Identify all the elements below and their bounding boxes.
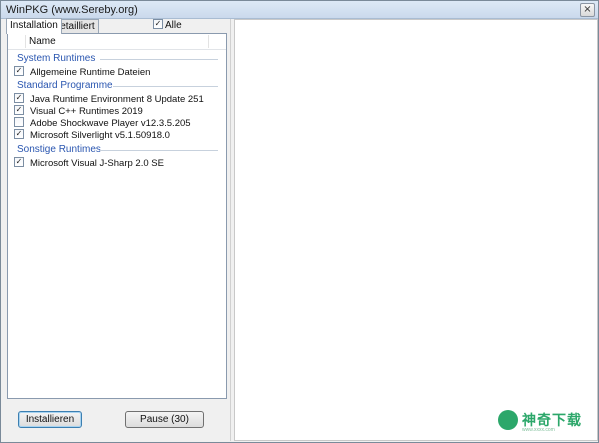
item-checkbox[interactable]: ✓ xyxy=(14,66,24,76)
group-divider xyxy=(100,150,218,151)
close-button[interactable]: × xyxy=(580,3,595,17)
pane-splitter[interactable] xyxy=(230,19,231,441)
list-item[interactable]: ✓ Microsoft Silverlight v5.1.50918.0 xyxy=(14,129,170,141)
header-divider xyxy=(208,35,209,48)
alle-checkbox[interactable]: ✓ xyxy=(153,19,163,29)
item-label: Microsoft Visual J-Sharp 2.0 SE xyxy=(30,158,164,169)
list-header: Name xyxy=(8,34,226,50)
group-standard-programme: Standard Programme xyxy=(17,80,113,91)
group-divider xyxy=(113,86,218,87)
watermark: 神奇下载 www.xxxx.com xyxy=(498,408,588,434)
item-label: Visual C++ Runtimes 2019 xyxy=(30,106,143,117)
close-icon: × xyxy=(583,4,592,15)
details-pane xyxy=(234,19,598,441)
watermark-subtext: www.xxxx.com xyxy=(522,427,555,433)
item-checkbox[interactable]: ✓ xyxy=(14,93,24,103)
list-item[interactable]: ✓ Microsoft Visual J-Sharp 2.0 SE xyxy=(14,157,164,169)
header-divider xyxy=(25,35,26,48)
group-divider xyxy=(100,59,218,60)
group-system-runtimes: System Runtimes xyxy=(17,53,96,64)
item-label: Allgemeine Runtime Dateien xyxy=(30,67,151,78)
item-label: Microsoft Silverlight v5.1.50918.0 xyxy=(30,130,170,141)
watermark-logo-icon xyxy=(498,410,518,430)
list-item[interactable]: ✓ Java Runtime Environment 8 Update 251 xyxy=(14,93,204,105)
window-title: WinPKG (www.Sereby.org) xyxy=(6,4,138,16)
pause-button[interactable]: Pause (30) xyxy=(125,411,204,428)
list-item[interactable]: Adobe Shockwave Player v12.3.5.205 xyxy=(14,117,191,129)
item-checkbox[interactable]: ✓ xyxy=(14,129,24,139)
column-header-name[interactable]: Name xyxy=(29,36,56,47)
item-checkbox[interactable]: ✓ xyxy=(14,105,24,115)
app-window: WinPKG (www.Sereby.org) × Installation D… xyxy=(0,0,599,443)
item-checkbox[interactable]: ✓ xyxy=(14,157,24,167)
list-item[interactable]: ✓ Allgemeine Runtime Dateien xyxy=(14,66,150,78)
package-list[interactable]: Name System Runtimes ✓ Allgemeine Runtime… xyxy=(7,33,227,399)
alle-checkbox-label[interactable]: ✓ Alle xyxy=(153,19,182,32)
alle-label: Alle xyxy=(165,20,182,31)
button-bar: Installieren Pause (30) xyxy=(1,399,231,442)
list-item[interactable]: ✓ Visual C++ Runtimes 2019 xyxy=(14,105,143,117)
item-label: Java Runtime Environment 8 Update 251 xyxy=(30,94,204,105)
item-checkbox[interactable] xyxy=(14,117,24,127)
install-button[interactable]: Installieren xyxy=(18,411,82,428)
tab-installation[interactable]: Installation xyxy=(6,18,62,34)
title-bar: WinPKG (www.Sereby.org) × xyxy=(1,1,598,19)
item-label: Adobe Shockwave Player v12.3.5.205 xyxy=(30,118,191,129)
group-sonstige-runtimes: Sonstige Runtimes xyxy=(17,144,101,155)
